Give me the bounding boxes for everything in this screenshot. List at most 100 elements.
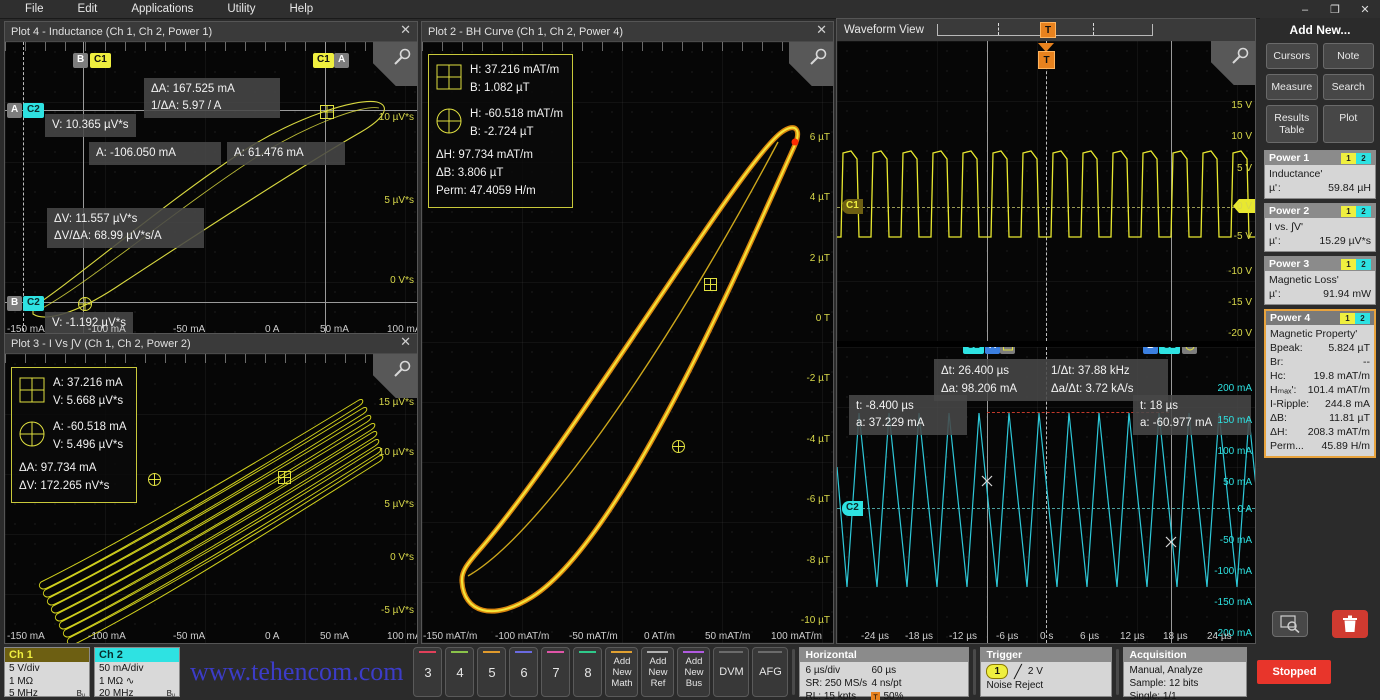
channel-button-5[interactable]: 5 [477,647,506,697]
zoom-box-icon[interactable] [1272,611,1308,637]
channel-button-8[interactable]: 8 [573,647,602,697]
add-measure-button[interactable]: Measure [1266,74,1318,100]
trigger-settings-badge[interactable]: Trigger 1 ╱ 2 V Noise Reject [980,647,1112,697]
trash-icon[interactable] [1332,610,1368,638]
waveform-ch2-marker-tab[interactable]: C2 [842,501,863,516]
plot-3-canvas[interactable]: A: 37.216 mA V: 5.668 µV*s A: -60.518 mA… [5,354,417,643]
channel-button-7[interactable]: 7 [541,647,570,697]
menu-item-utility[interactable]: Utility [210,0,272,19]
channel-button-3[interactable]: 3 [413,647,442,697]
wf-xlabel-7: 18 µs [1163,631,1188,642]
plot-2-zoom-icon[interactable] [789,42,833,86]
waveform-cursor-b-marker[interactable] [1164,535,1178,549]
plot-3-close-icon[interactable]: ✕ [400,336,411,350]
measurement-badge-power-4[interactable]: Power 4 1 2 Magnetic Property' Bpeak: 5.… [1264,309,1376,458]
waveform-ch1-marker-tab[interactable]: C1 [842,199,863,214]
plot-4-tab-c2-bottom[interactable]: C2 [23,296,44,311]
plot-3-ivsv-window[interactable]: Plot 3 - I Vs ∫V (Ch 1, Ch 2, Power 2) ✕ [4,333,418,644]
plot-2-ylabel-2: 2 µT [810,253,830,264]
badge-power-1-body: Inductance' µ' : 59.84 µH [1265,165,1375,198]
badge-power-2-header: Power 2 1 2 [1265,204,1375,218]
plot-3-legend-circle-row: A: -60.518 mA V: 5.496 µV*s [19,418,127,454]
acquisition-settings-badge[interactable]: Acquisition Manual, Analyze Sample: 12 b… [1123,647,1247,697]
plot-2-square-cursor-marker[interactable] [703,277,718,292]
add-new-bus-button[interactable]: Add New Bus [677,647,710,697]
waveform-cursor-b-shape-icon[interactable] [1182,347,1197,354]
measurement-badge-power-2[interactable]: Power 2 1 2 I vs. ∫V' µ' : 15.29 µV*s [1264,203,1376,252]
channel-button-4[interactable]: 4 [445,647,474,697]
plot-3-square-cursor-marker[interactable] [277,470,292,485]
badge-power-4-val-4: 244.8 mA [1325,397,1370,411]
measurement-badge-power-1[interactable]: Power 1 1 2 Inductance' µ' : 59.84 µH [1264,150,1376,199]
waveform-tab-c2-right[interactable]: C2 [1159,347,1180,354]
bottom-settings-bar: Ch 1 5 V/div 1 MΩ 5 MHz Bᵤ Ch 2 50 mA/di… [0,644,1380,700]
wf-upper-ylabel-4: 0 V [1237,201,1252,212]
chip-ch2: 2 [1356,259,1371,270]
menu-item-applications[interactable]: Applications [114,0,210,19]
waveform-cursor-a-shape-icon[interactable] [1000,347,1015,354]
waveform-upper-graticule[interactable]: T C1 20 V 15 V 10 V 5 V 0 V -5 V -10 V -… [837,41,1255,341]
plot-3-zoom-icon[interactable] [373,354,417,398]
add-new-ref-button[interactable]: Add New Ref [641,647,674,697]
waveform-tab-a[interactable]: A [985,347,1000,354]
maximize-button[interactable]: ❐ [1320,0,1350,19]
plot-2-bh-curve-window[interactable]: Plot 2 - BH Curve (Ch 1, Ch 2, Power 4) … [421,21,834,644]
plot-4-canvas[interactable]: B C1 C1 A A C2 B C2 ΔA: 167.525 mA 1/ΔA:… [5,42,417,336]
add-new-math-button[interactable]: Add New Math [605,647,638,697]
add-search-button[interactable]: Search [1323,74,1375,100]
waveform-zoom-icon[interactable] [1211,41,1255,85]
waveform-tab-b[interactable]: B [1143,347,1158,354]
measurement-badge-power-3[interactable]: Power 3 1 2 Magnetic Loss' µ' : 91.94 mW [1264,256,1376,305]
plot-3-xlabel-3: 0 A [265,631,279,642]
plot-4-circle-cursor-marker[interactable] [77,296,93,312]
channel-button-6[interactable]: 6 [509,647,538,697]
channel-badge-ch2[interactable]: Ch 2 50 mA/div 1 MΩ ∿ 20 MHz Bᵤ [94,647,180,697]
horizontal-settings-badge[interactable]: Horizontal 6 µs/div 60 µs SR: 250 MS/s 4… [799,647,969,697]
plot-4-square-cursor-marker[interactable] [319,104,335,120]
plot-4-tab-c1-right[interactable]: C1 [313,53,334,68]
ch2-settings: 50 mA/div 1 MΩ ∿ 20 MHz Bᵤ [95,662,179,700]
square-cursor-icon [436,64,464,96]
run-stop-status-button[interactable]: Stopped [1257,660,1331,684]
afg-button[interactable]: AFG [752,647,788,697]
plot-4-tab-b-left[interactable]: B [7,296,22,311]
waveform-cursor-a-marker[interactable] [980,474,994,488]
plot-4-tab-c1-top[interactable]: C1 [90,53,111,68]
add-cursors-button[interactable]: Cursors [1266,43,1318,69]
plot-3-circle-cursor-marker[interactable] [147,472,162,487]
overview-tick-right [1093,23,1094,35]
close-button[interactable]: ✕ [1350,0,1380,19]
chip-ch2: 2 [1356,206,1371,217]
plot-4-tab-b-top[interactable]: B [73,53,88,68]
add-results-table-button[interactable]: Results Table [1266,105,1318,143]
oscilloscope-app: File Edit Applications Utility Help – ❐ … [0,0,1380,700]
plot-4-zoom-icon[interactable] [373,42,417,86]
plot-2-legend-circle-row: H: -60.518 mAT/m B: -2.724 µT [436,105,563,141]
plot-2-close-icon[interactable]: ✕ [816,24,827,38]
plot-2-circle-cursor-marker[interactable] [671,439,686,454]
minimize-button[interactable]: – [1290,0,1320,19]
plot-4-close-icon[interactable]: ✕ [400,24,411,38]
waveform-tab-c2-left[interactable]: C2 [963,347,984,354]
add-plot-button[interactable]: Plot [1323,105,1375,143]
sidebar-bottom-actions [1260,610,1380,644]
menu-item-help[interactable]: Help [273,0,331,19]
trigger-source[interactable]: 1 [986,664,1008,679]
add-note-button[interactable]: Note [1323,43,1375,69]
plot-2-canvas[interactable]: H: 37.216 mAT/m B: 1.082 µT H: -60.518 m… [422,42,833,643]
menu-item-edit[interactable]: Edit [61,0,115,19]
badge-power-4-key-7: Perm... [1270,439,1304,453]
plot-4-tab-a-right[interactable]: A [334,53,349,68]
dvm-button[interactable]: DVM [713,647,749,697]
channel-badge-ch1[interactable]: Ch 1 5 V/div 1 MΩ 5 MHz Bᵤ [4,647,90,697]
menu-item-file[interactable]: File [8,0,61,19]
plot-4-tab-c2-left[interactable]: C2 [23,103,44,118]
badge-power-1-source-chips: 1 2 [1341,153,1371,164]
plot-4-inductance-window[interactable]: Plot 4 - Inductance (Ch 1, Ch 2, Power 1… [4,21,418,337]
plot-2-delta-h: ΔH: 97.734 mAT/m [436,146,563,164]
plot-4-tab-a-left[interactable]: A [7,103,22,118]
trigger-position-marker-overview[interactable]: T [1040,22,1056,38]
plot-2-ylabel-1: 4 µT [810,192,830,203]
waveform-lower-graticule[interactable]: C2 A B C2 Δt: 26.400 µs 1/Δt: 37.88 kHz … [837,347,1255,643]
waveform-view-window[interactable]: Waveform View T T C1 [836,18,1256,644]
